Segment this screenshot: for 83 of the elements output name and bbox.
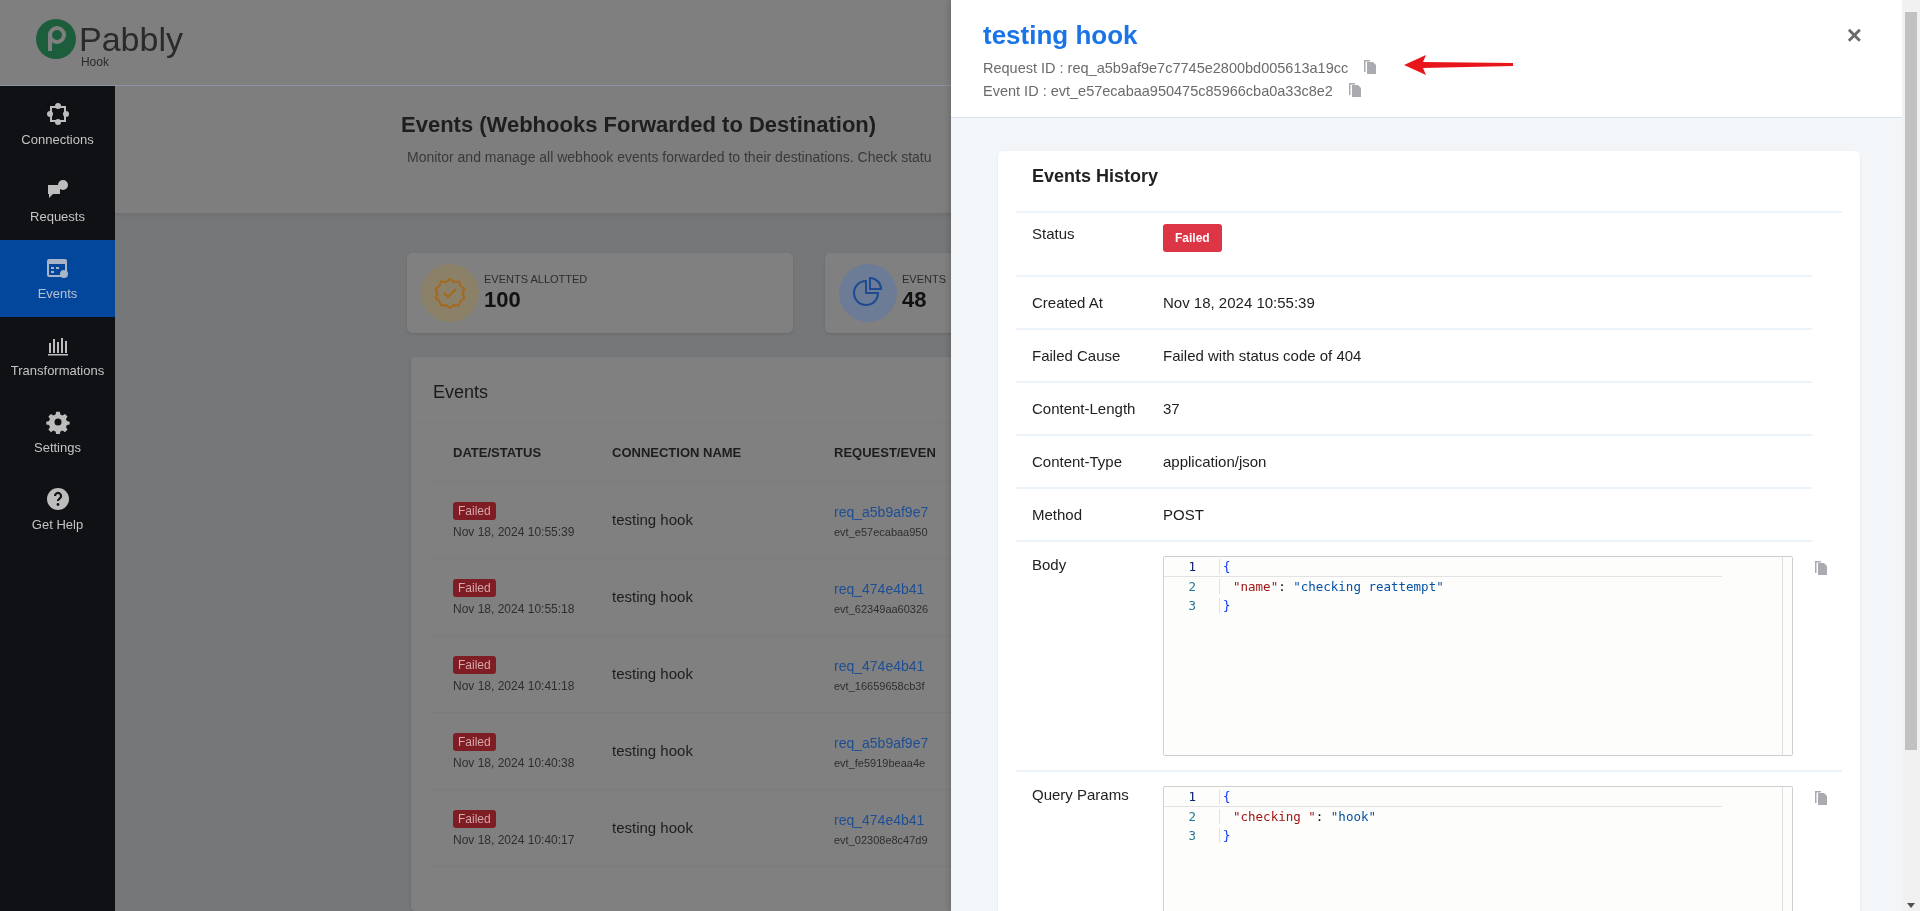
code-punctuation: } bbox=[1223, 828, 1231, 843]
status-badge: Failed bbox=[1163, 224, 1222, 252]
field-label: Content-Type bbox=[1032, 453, 1124, 470]
field-value: application/json bbox=[1163, 453, 1267, 470]
close-button[interactable]: × bbox=[1846, 20, 1862, 50]
code-string: "checking reattempt" bbox=[1293, 579, 1444, 594]
event-date: Nov 18, 2024 10:55:39 bbox=[453, 525, 576, 539]
code-editor[interactable]: 1 { 2 "checking ": "hook" 3 } bbox=[1163, 786, 1793, 911]
field-value: Nov 18, 2024 10:55:39 bbox=[1163, 294, 1315, 311]
status-badge: Failed bbox=[453, 502, 496, 520]
copy-icon[interactable] bbox=[1362, 59, 1379, 76]
field-label: Content-Length bbox=[1032, 400, 1137, 417]
copy-icon[interactable] bbox=[1346, 82, 1363, 99]
sidebar-item[interactable]: Events bbox=[0, 240, 115, 317]
field-label: Method bbox=[1032, 506, 1084, 523]
event-date: Nov 18, 2024 10:55:18 bbox=[453, 602, 576, 616]
sidebar-item[interactable]: Get Help bbox=[0, 471, 115, 548]
field-label: Body bbox=[1032, 556, 1068, 573]
connection-name: testing hook bbox=[612, 742, 693, 759]
line-number: 1 bbox=[1187, 789, 1196, 804]
sidebar-item[interactable]: Settings bbox=[0, 394, 115, 471]
status-badge: Failed bbox=[453, 656, 496, 674]
column-header: CONNECTION NAME bbox=[612, 444, 743, 460]
status-badge: Failed bbox=[453, 733, 496, 751]
line-number: 2 bbox=[1187, 579, 1196, 594]
event-id: evt_fe5919beaa4e bbox=[834, 756, 926, 769]
drawer-title: testing hook bbox=[983, 20, 1139, 51]
connection-name: testing hook bbox=[612, 819, 693, 836]
event-date: Nov 18, 2024 10:41:18 bbox=[453, 679, 576, 693]
stat-value: 48 bbox=[902, 287, 928, 313]
page-title: Events (Webhooks Forwarded to Destination) bbox=[401, 112, 877, 138]
product-name: Hook bbox=[80, 55, 109, 69]
logo-icon bbox=[36, 19, 76, 59]
code-editor[interactable]: 1 { 2 "name": "checking reattempt" 3 } bbox=[1163, 556, 1793, 756]
code-punctuation: } bbox=[1223, 598, 1231, 613]
calendar-icon bbox=[45, 256, 70, 280]
code-punctuation: { bbox=[1223, 789, 1231, 804]
event-date: Nov 18, 2024 10:40:38 bbox=[453, 756, 576, 770]
code-punctuation: { bbox=[1223, 559, 1231, 574]
badge-check-icon bbox=[421, 264, 479, 322]
field-label: Created At bbox=[1032, 294, 1104, 311]
stat-label: EVENTS ALLOTTED bbox=[484, 273, 588, 285]
code-key: "checking " bbox=[1223, 809, 1316, 824]
pie-chart-icon bbox=[839, 264, 897, 322]
connection-name: testing hook bbox=[612, 588, 693, 605]
sidebar-item[interactable]: Transformations bbox=[0, 317, 115, 394]
code-string: "hook" bbox=[1330, 809, 1376, 824]
event-date: Nov 18, 2024 10:40:17 bbox=[453, 833, 576, 847]
code-key: "name" bbox=[1223, 579, 1279, 594]
code-punctuation: : bbox=[1278, 579, 1286, 594]
field-value: POST bbox=[1163, 506, 1204, 523]
event-id: evt_62349aa60326 bbox=[834, 602, 929, 615]
copy-icon[interactable] bbox=[1813, 790, 1829, 807]
event-id: evt_02308e8c47d9 bbox=[834, 833, 928, 846]
sidebar-item[interactable]: Requests bbox=[0, 163, 115, 240]
card-title: Events History bbox=[1016, 151, 1842, 213]
help-icon bbox=[45, 487, 70, 511]
status-badge: Failed bbox=[453, 579, 496, 597]
request-id: Request ID : req_a5b9af9e7c7745e2800bd005613a19cc bbox=[983, 59, 1349, 76]
brand-name: Pabbly bbox=[79, 21, 183, 57]
copy-icon[interactable] bbox=[1813, 560, 1829, 577]
connection-name: testing hook bbox=[612, 665, 693, 682]
status-badge: Failed bbox=[453, 810, 496, 828]
field-value: 37 bbox=[1163, 400, 1180, 417]
connections-icon bbox=[45, 102, 70, 126]
code-punctuation: : bbox=[1315, 809, 1324, 824]
line-number: 2 bbox=[1187, 809, 1196, 824]
line-number: 1 bbox=[1187, 559, 1196, 574]
column-header: DATE/STATUS bbox=[452, 444, 543, 460]
column-header: REQUEST/EVEN bbox=[834, 444, 937, 460]
field-label: Query Params bbox=[1032, 786, 1130, 803]
connection-name: testing hook bbox=[612, 511, 693, 528]
event-id: evt_16659658cb3f bbox=[834, 679, 925, 692]
stat-value: 100 bbox=[484, 287, 522, 313]
line-number: 3 bbox=[1187, 598, 1196, 613]
event-id: Event ID : evt_e57ecabaa950475c85966cba0a33c8e2 bbox=[983, 82, 1333, 99]
field-label: Status bbox=[1032, 225, 1076, 242]
line-number: 3 bbox=[1187, 828, 1196, 843]
page-description: Monitor and manage all webhook events forwarded to their destinations. Check statu bbox=[407, 149, 933, 165]
event-id: evt_e57ecabaa950 bbox=[834, 525, 928, 538]
settings-icon bbox=[45, 410, 70, 434]
sidebar-item[interactable]: Connections bbox=[0, 86, 115, 163]
stat-label: EVENTS bbox=[902, 273, 946, 285]
